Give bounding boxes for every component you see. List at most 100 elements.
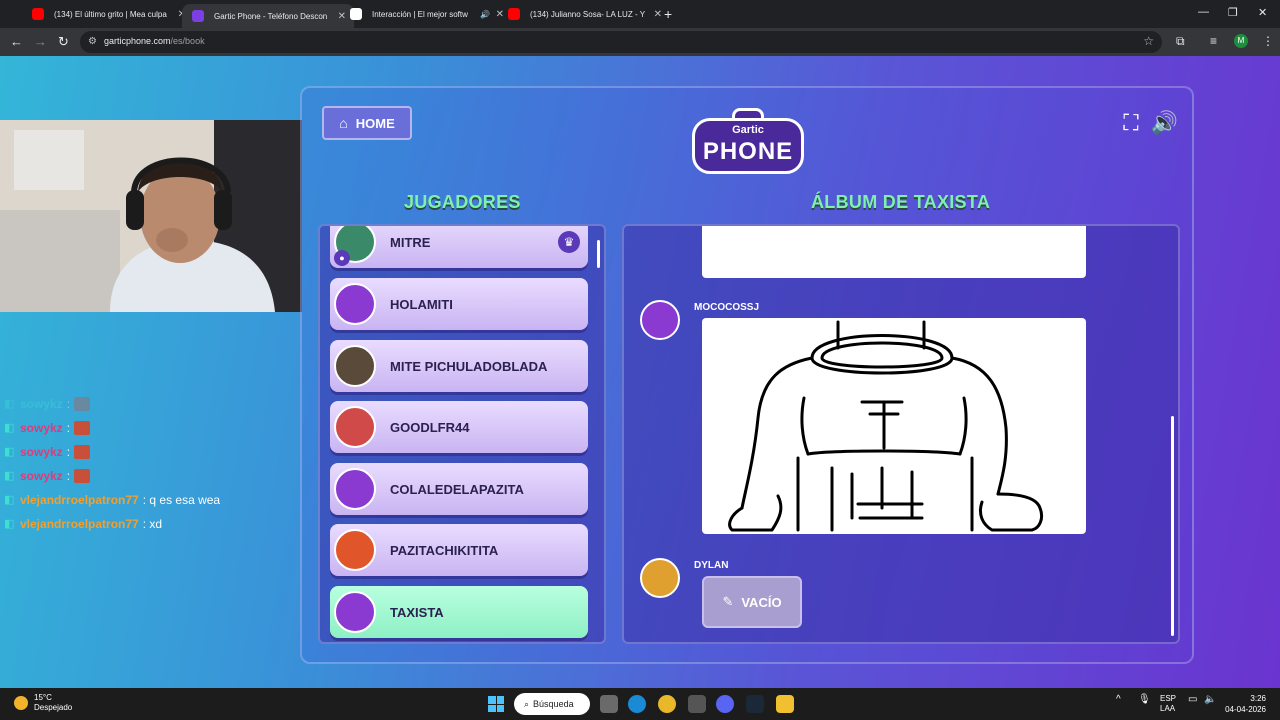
chat-message: ◧ sowykz : xyxy=(0,416,300,440)
language-indicator[interactable]: ESP LAA xyxy=(1160,694,1176,714)
microphone-icon[interactable]: 🎙 xyxy=(1138,694,1151,705)
task-view-icon[interactable] xyxy=(600,695,618,713)
home-button[interactable]: ⌂ HOME xyxy=(322,106,412,140)
album-panel[interactable]: MOCOCOSSJ DYLAN ✎ VACÍO xyxy=(622,224,1180,644)
chat-username: sowykz xyxy=(20,397,63,411)
author-avatar xyxy=(640,300,680,340)
home-icon: ⌂ xyxy=(339,115,348,131)
network-icon[interactable]: ▭ xyxy=(1188,694,1197,705)
youtube-icon xyxy=(508,8,520,20)
player-name: HOLAMITI xyxy=(390,296,453,312)
chat-separator: : xyxy=(66,469,71,483)
player-name: TAXISTA xyxy=(390,604,444,620)
chat-separator: : xyxy=(66,421,71,435)
chat-separator: : xyxy=(66,397,71,411)
player-avatar xyxy=(334,345,376,387)
player-item-taxista[interactable]: TAXISTA xyxy=(330,586,588,638)
chat-username: sowykz xyxy=(20,421,63,435)
chat-username: sowykz xyxy=(20,445,63,459)
chevron-up-icon[interactable]: ^ xyxy=(1116,694,1121,705)
media-control-icon[interactable]: ≡ xyxy=(1210,34,1217,48)
page-viewport: ◧ sowykz : ◧ sowykz : ◧ sowykz : ◧ sowyk… xyxy=(0,56,1280,688)
site-info-icon[interactable]: ⚙ xyxy=(88,36,100,48)
url-text: garticphone.com/es/book xyxy=(104,36,205,46)
logo-text-bottom: PHONE xyxy=(702,138,794,165)
address-bar[interactable]: ⚙ garticphone.com/es/book ☆ xyxy=(80,31,1162,53)
host-icon: ● xyxy=(334,250,350,266)
author-avatar xyxy=(640,558,680,598)
player-item-pazitachikitita[interactable]: PAZITACHIKITITA xyxy=(330,524,588,576)
pencil-icon: ✎ xyxy=(722,594,734,609)
player-item-holamiti[interactable]: HOLAMITI xyxy=(330,278,588,330)
badge-icon: ◧ xyxy=(4,470,15,482)
entry-author: DYLAN xyxy=(694,560,729,571)
close-window-button[interactable]: ✕ xyxy=(1258,6,1267,19)
badge-icon: ◧ xyxy=(4,398,15,410)
weather-widget[interactable]: 15°C Despejado xyxy=(14,693,72,713)
chat-message: ◧ vlejandrroelpatron77 : q es esa wea xyxy=(0,488,300,512)
chat-message: ◧ vlejandrroelpatron77 : xd xyxy=(0,512,300,536)
search-icon: ⌕ xyxy=(524,698,530,709)
volume-icon[interactable]: 🔊 xyxy=(1151,110,1178,136)
lang-top: ESP xyxy=(1160,694,1177,703)
app-icon[interactable] xyxy=(688,695,706,713)
tab-youtube-1[interactable]: (134) El último grito | Mea culpa ✕ xyxy=(22,4,194,24)
drawing-image xyxy=(728,320,1044,532)
player-avatar xyxy=(334,406,376,448)
edge-icon[interactable] xyxy=(628,695,646,713)
album-heading: ÁLBUM DE TAXISTA xyxy=(811,192,991,212)
bookmark-star-icon[interactable]: ☆ xyxy=(1143,34,1154,48)
player-item-goodlfr44[interactable]: GOODLFR44 xyxy=(330,401,588,453)
weather-temp: 15°C xyxy=(34,693,52,702)
player-name: MITE PICHULADOBLADA xyxy=(390,358,548,374)
close-icon[interactable]: ✕ xyxy=(654,9,662,20)
player-name: GOODLFR44 xyxy=(390,419,470,435)
tab-gartic[interactable]: Gartic Phone - Teléfono Descon ✕ xyxy=(182,4,354,28)
tab-youtube-2[interactable]: (134) Julianno Sosa- LA LUZ - Y ✕ xyxy=(498,4,670,24)
player-avatar xyxy=(334,283,376,325)
player-item-mite-pichuladoblada[interactable]: MITE PICHULADOBLADA xyxy=(330,340,588,392)
players-list[interactable]: ● MITRE ♛ HOLAMITI MITE PICHULADOBLADA G… xyxy=(318,224,606,644)
player-item-mitre[interactable]: ● MITRE ♛ xyxy=(330,226,588,268)
player-name: PAZITACHIKITITA xyxy=(390,542,499,558)
badge-icon: ◧ xyxy=(4,518,15,530)
clock-date: 04-04-2026 xyxy=(1225,705,1266,714)
tab-title: Interacción | El mejor softw xyxy=(372,9,468,19)
emote-icon xyxy=(74,397,91,411)
logo-text-top: Gartic xyxy=(732,124,764,136)
new-tab-button[interactable]: + xyxy=(664,6,672,22)
site-icon xyxy=(350,8,362,20)
browser-tab-strip: (134) El último grito | Mea culpa ✕ Gart… xyxy=(0,0,1280,28)
minimize-button[interactable]: — xyxy=(1198,6,1209,18)
fullscreen-icon[interactable]: ⛶ xyxy=(1123,110,1138,136)
back-button[interactable]: ← xyxy=(10,34,23,49)
search-label: Búsqueda xyxy=(533,699,574,709)
reload-button[interactable]: ↻ xyxy=(58,34,69,50)
home-label: HOME xyxy=(355,115,395,131)
extensions-icon[interactable]: ⧉ xyxy=(1176,34,1185,49)
tab-title: Gartic Phone - Teléfono Descon xyxy=(214,11,328,21)
speaker-icon[interactable]: 🔈 xyxy=(1204,694,1216,705)
chat-separator: : xyxy=(66,445,71,459)
steam-icon[interactable] xyxy=(746,695,764,713)
profile-avatar[interactable]: M xyxy=(1234,34,1248,48)
taskbar-clock[interactable]: 3:26 04-04-2026 xyxy=(1225,693,1266,715)
start-button[interactable] xyxy=(488,696,504,712)
tab-interaccion[interactable]: Interacción | El mejor softw 🔊 ✕ xyxy=(340,4,512,24)
menu-icon[interactable]: ⋮ xyxy=(1262,34,1274,48)
chrome-icon[interactable] xyxy=(658,695,676,713)
album-scrollbar[interactable] xyxy=(1171,416,1174,636)
players-scrollbar[interactable] xyxy=(597,240,600,268)
forward-button[interactable]: → xyxy=(34,34,47,49)
stream-chat: ◧ sowykz : ◧ sowykz : ◧ sowykz : ◧ sowyk… xyxy=(0,392,300,536)
empty-entry-button[interactable]: ✎ VACÍO xyxy=(702,576,802,628)
discord-icon[interactable] xyxy=(716,695,734,713)
player-avatar xyxy=(334,468,376,510)
file-explorer-icon[interactable] xyxy=(776,695,794,713)
speaker-icon[interactable]: 🔊 xyxy=(480,10,490,19)
restore-button[interactable]: ❐ xyxy=(1228,6,1238,19)
taskbar-search[interactable]: ⌕ Búsqueda xyxy=(514,693,590,715)
player-item-colaledelapazita[interactable]: COLALEDELAPAZITA xyxy=(330,463,588,515)
chat-username: sowykz xyxy=(20,469,63,483)
chat-text: : q es esa wea xyxy=(142,493,221,507)
